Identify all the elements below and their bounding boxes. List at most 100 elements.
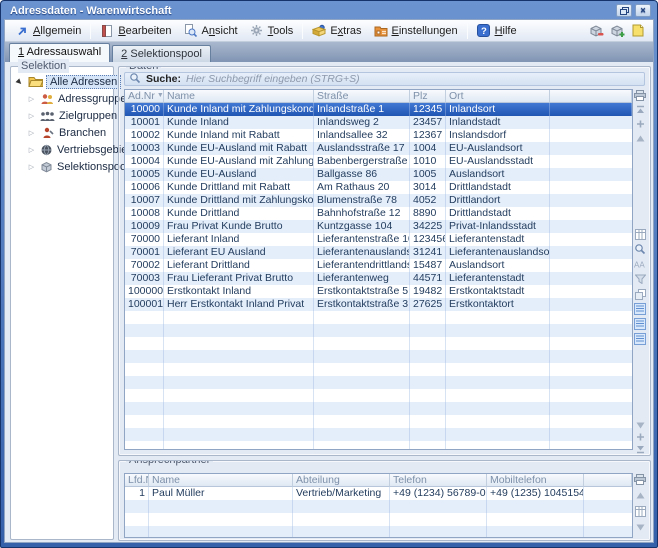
table-row[interactable]: 10009Frau Privat Kunde BruttoKuntzgasse … — [125, 220, 632, 233]
expanded-arrow-icon[interactable]: ▶ — [13, 75, 25, 87]
cell-filler — [550, 168, 632, 181]
tree-item-zielgruppen[interactable]: ▷Zielgruppen — [13, 107, 111, 124]
table-row[interactable]: 10001Kunde InlandInlandsweg 223457Inland… — [125, 116, 632, 129]
address-grid: Ad.Nr▼NameStraßePlzOrt10000Kunde Inland … — [124, 89, 633, 450]
table-row[interactable]: 70003Frau Lieferant Privat BruttoLiefera… — [125, 272, 632, 285]
columns-icon[interactable] — [634, 505, 646, 517]
search-bar: Suche: Hier Suchbegriff eingeben (STRG+S… — [124, 72, 645, 86]
cell — [446, 389, 550, 402]
tree-item-adressgruppen[interactable]: ▷Adressgruppen — [13, 90, 111, 107]
titlebar[interactable]: Adressdaten - Warenwirtschaft × — [4, 1, 654, 19]
column-header-lfd-nr-[interactable]: Lfd.Nr. — [125, 474, 149, 487]
cell: Kunde Drittland mit Rabatt — [164, 181, 314, 194]
menu-tools[interactable]: Tools — [244, 22, 300, 39]
collapsed-arrow-icon[interactable]: ▷ — [27, 95, 36, 103]
column-header-stra-e[interactable]: Straße — [314, 90, 410, 103]
cell-filler — [550, 337, 632, 350]
cell: 70001 — [125, 246, 164, 259]
table-row[interactable]: 10005Kunde EU-AuslandBallgasse 861005Aus… — [125, 168, 632, 181]
column-header-name[interactable]: Name — [164, 90, 314, 103]
cell: Erstkontaktstraße 3 — [314, 298, 410, 311]
collapsed-arrow-icon[interactable]: ▷ — [27, 163, 36, 171]
search-input[interactable]: Hier Suchbegriff eingeben (STRG+S) — [186, 73, 360, 85]
menubar-separator — [90, 23, 91, 39]
cell-filler — [584, 487, 632, 500]
menubar-right-icons — [588, 23, 649, 38]
cell — [314, 428, 410, 441]
menu-allgemein[interactable]: Allgemein — [9, 22, 87, 39]
menu-bearbeiten[interactable]: Bearbeiten — [94, 22, 177, 39]
table-row[interactable]: 10008Kunde DrittlandBahnhofstraße 128890… — [125, 207, 632, 220]
table-row[interactable]: 100001Herr Erstkontakt Inland PrivatErst… — [125, 298, 632, 311]
printer-icon[interactable] — [634, 473, 646, 485]
window-controls: × — [616, 4, 651, 17]
cell-filler — [550, 324, 632, 337]
menu-ansicht[interactable]: Ansicht — [178, 22, 244, 39]
cell — [446, 337, 550, 350]
table-row[interactable]: 10004Kunde EU-Ausland mit Zahlungskondti… — [125, 155, 632, 168]
cell-filler — [550, 116, 632, 129]
menu-label: Tools — [268, 25, 294, 37]
layout-list-icon[interactable] — [634, 333, 646, 345]
copy-icon[interactable] — [634, 288, 646, 300]
table-row[interactable]: 10002Kunde Inland mit RabattInlandsallee… — [125, 129, 632, 142]
column-header-ad-nr[interactable]: Ad.Nr▼ — [125, 90, 164, 103]
cell: 8890 — [410, 207, 446, 220]
tree-item-selektionspools[interactable]: ▷Selektionspools — [13, 158, 111, 175]
up-icon[interactable] — [634, 132, 646, 144]
menu-extras[interactable]: Extras — [306, 22, 367, 39]
tree-item-vertriebsgebiete[interactable]: ▷Vertriebsgebiete — [13, 141, 111, 158]
column-header-abteilung[interactable]: Abteilung — [293, 474, 390, 487]
cell — [164, 428, 314, 441]
table-row[interactable]: 100000Erstkontakt InlandErstkontaktstraß… — [125, 285, 632, 298]
down-icon[interactable] — [634, 521, 646, 533]
package-remove-icon[interactable] — [588, 23, 604, 38]
table-row[interactable]: 70002Lieferant DrittlandLieferantendritt… — [125, 259, 632, 272]
layout-list-icon[interactable] — [634, 303, 646, 315]
plus-icon[interactable] — [634, 118, 646, 130]
table-row[interactable]: 10007Kunde Drittland mit Zahlungskonditi… — [125, 194, 632, 207]
tree-item-branchen[interactable]: ▷Branchen — [13, 124, 111, 141]
note-icon[interactable] — [630, 23, 646, 38]
last-row-icon[interactable] — [634, 443, 646, 455]
table-row[interactable]: 10006Kunde Drittland mit RabattAm Rathau… — [125, 181, 632, 194]
tab-2-selektionspool[interactable]: 2 Selektionspool — [112, 45, 211, 62]
filter-icon[interactable] — [634, 273, 646, 285]
collapsed-arrow-icon[interactable]: ▷ — [27, 112, 36, 120]
column-header-mobiltelefon[interactable]: Mobiltelefon — [487, 474, 584, 487]
package-add-icon[interactable] — [609, 23, 625, 38]
cell — [125, 363, 164, 376]
down-icon[interactable] — [634, 419, 646, 431]
layout-list-icon[interactable] — [634, 318, 646, 330]
column-header-label: Lfd.Nr. — [128, 474, 149, 486]
menu-label: Allgemein — [33, 25, 81, 37]
close-button[interactable]: × — [635, 4, 651, 17]
table-row[interactable]: 10000Kunde Inland mit Zahlungskondition … — [125, 103, 632, 116]
collapsed-arrow-icon[interactable]: ▷ — [27, 129, 36, 137]
column-header-plz[interactable]: Plz — [410, 90, 446, 103]
up-icon[interactable] — [634, 489, 646, 501]
column-header-ort[interactable]: Ort — [446, 90, 550, 103]
table-row[interactable]: 1Paul MüllerVertrieb/Marketing+49 (1234)… — [125, 487, 632, 500]
first-row-icon[interactable] — [634, 104, 646, 116]
cell — [149, 500, 293, 513]
column-header-name[interactable]: Name — [149, 474, 293, 487]
table-row[interactable]: 70000Lieferant InlandLieferantenstraße 1… — [125, 233, 632, 246]
search-icon[interactable] — [634, 243, 646, 255]
columns-icon[interactable] — [634, 228, 646, 240]
grid-header: Lfd.Nr.NameAbteilungTelefonMobiltelefon — [125, 474, 632, 487]
edit-icon — [100, 24, 114, 37]
tree-item-alle-adressen[interactable]: ▶Alle Adressen — [13, 73, 111, 90]
collapsed-arrow-icon[interactable]: ▷ — [27, 146, 36, 154]
table-row[interactable]: 70001Lieferant EU AuslandLieferantenausl… — [125, 246, 632, 259]
fontsize-icon[interactable]: AA — [634, 258, 646, 270]
cell-filler — [550, 233, 632, 246]
plus-icon[interactable] — [634, 431, 646, 443]
menu-einstellungen[interactable]: Einstellungen — [368, 22, 464, 39]
restore-button[interactable] — [616, 4, 632, 17]
table-row[interactable]: 10003Kunde EU-Ausland mit RabattAuslands… — [125, 142, 632, 155]
column-header-telefon[interactable]: Telefon — [390, 474, 487, 487]
cell-filler — [550, 402, 632, 415]
menu-hilfe[interactable]: ?Hilfe — [471, 22, 523, 39]
printer-icon[interactable] — [634, 89, 646, 101]
